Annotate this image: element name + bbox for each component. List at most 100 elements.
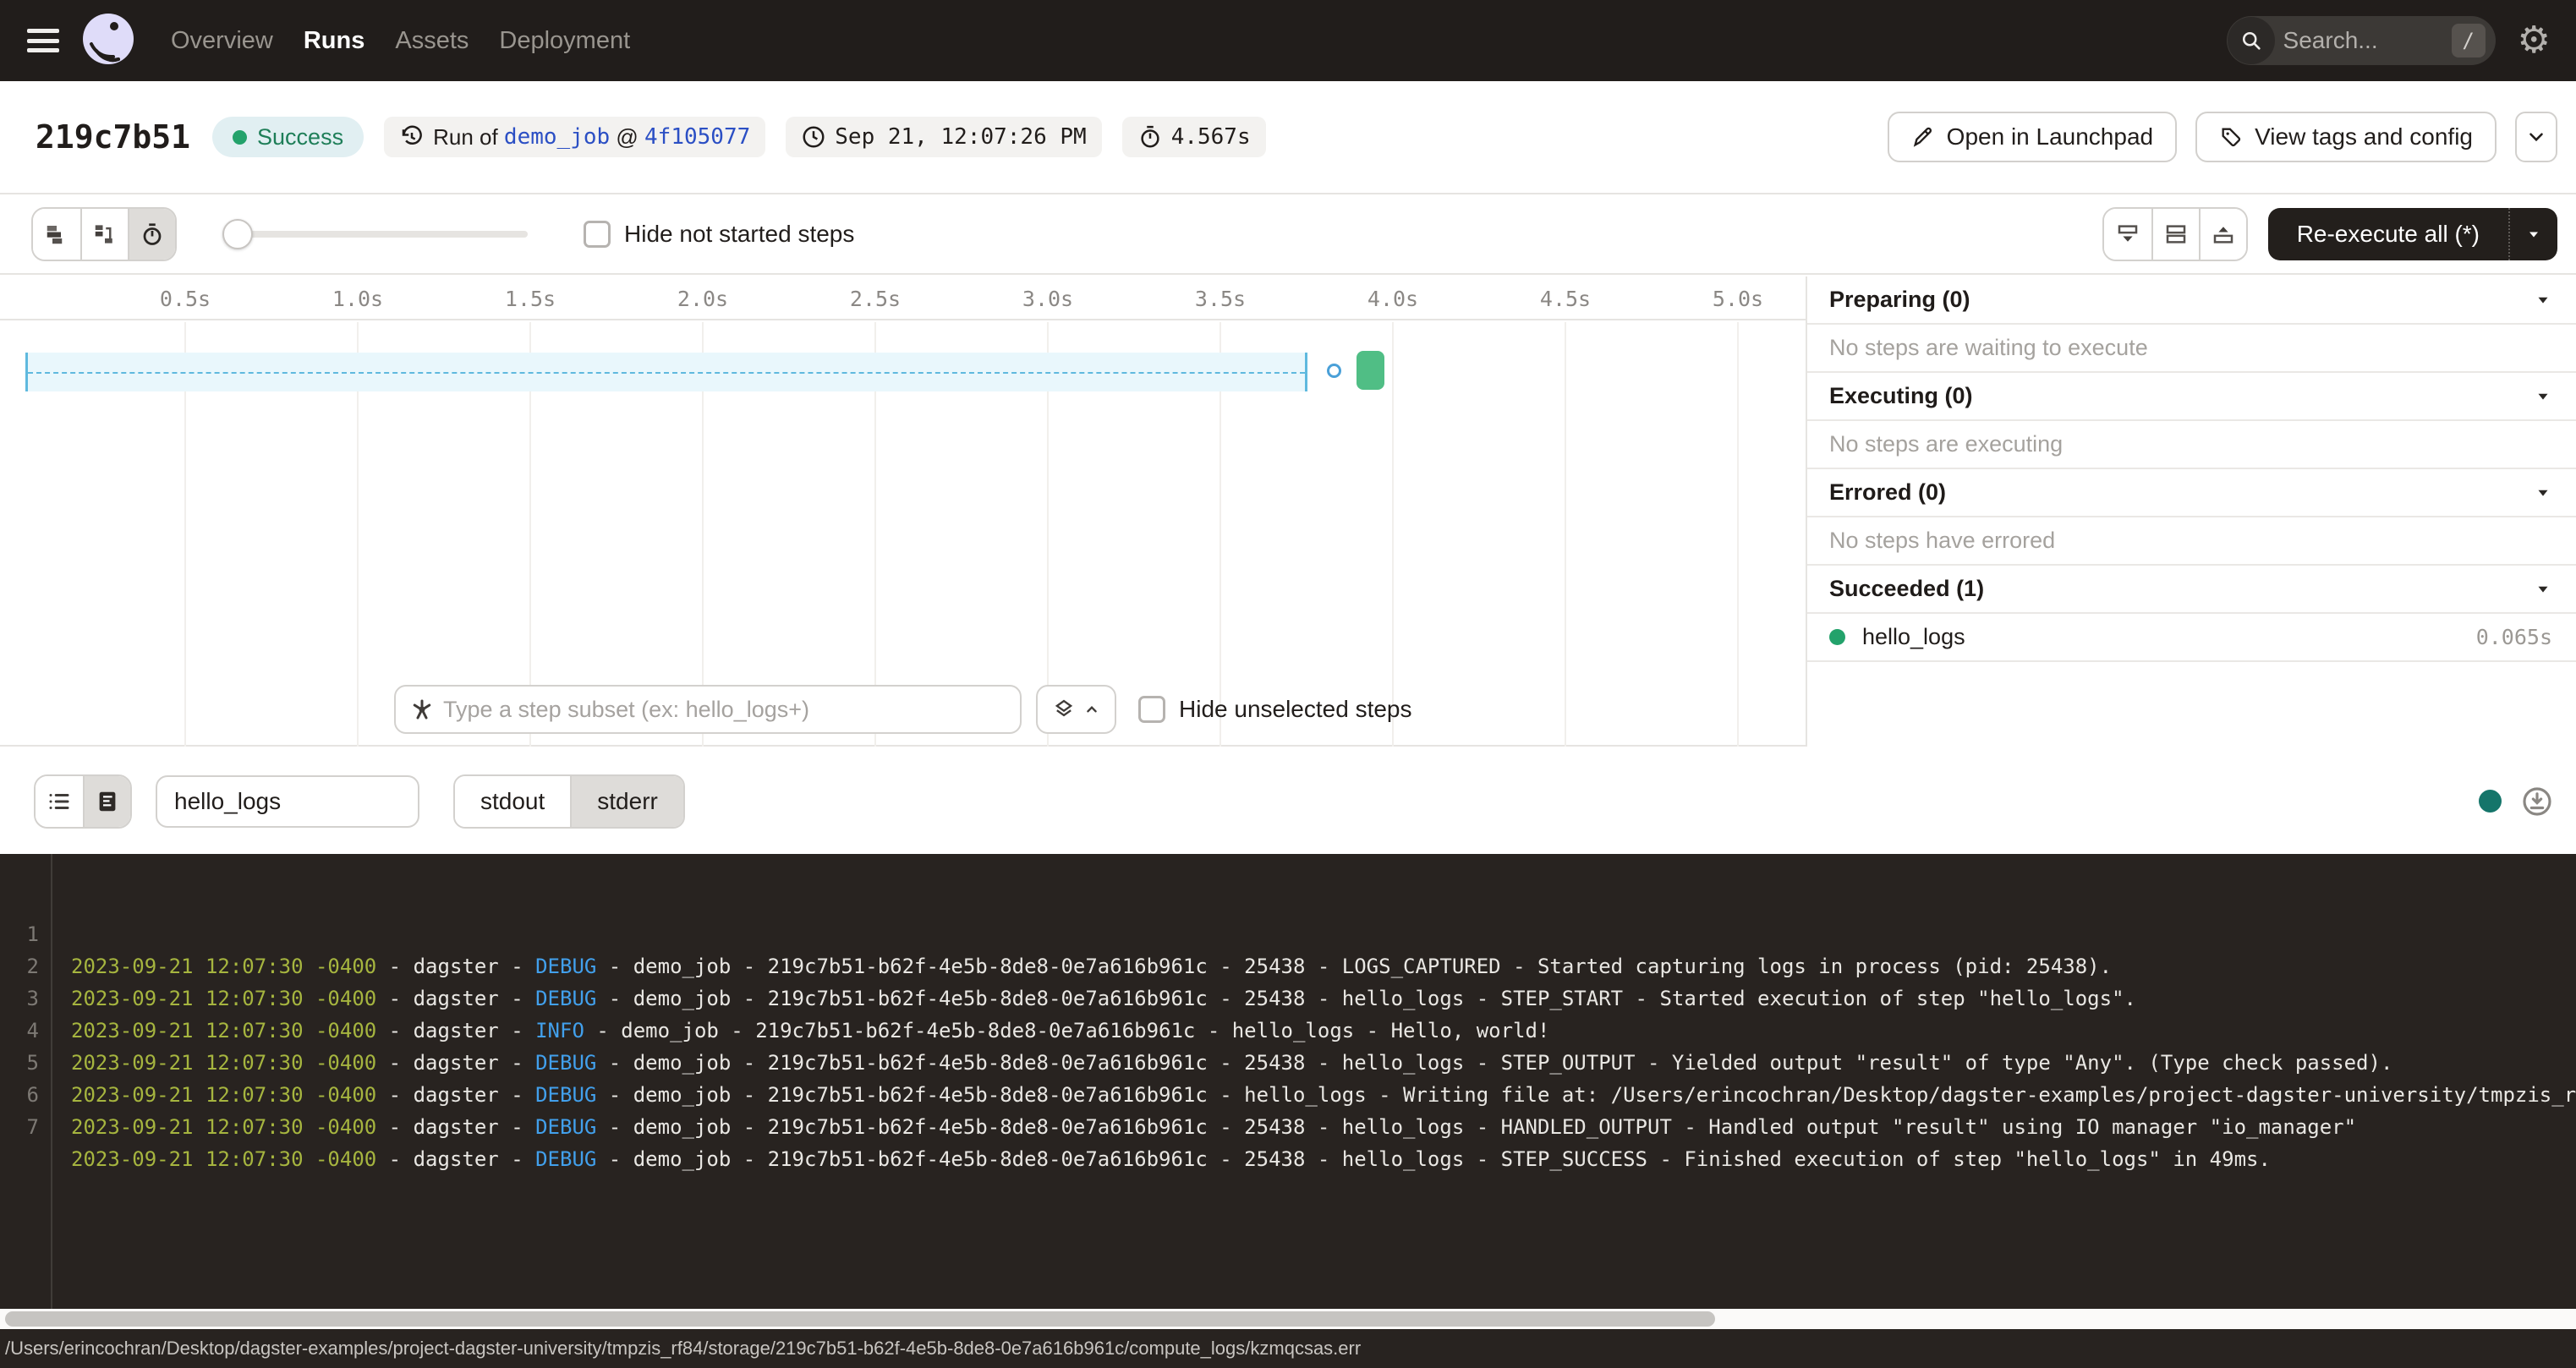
section-caret-icon	[2534, 580, 2552, 599]
axis-tick: 1.5s	[505, 287, 556, 311]
preparing-empty-state: No steps are waiting to execute	[1807, 325, 2576, 373]
log-line: 1 2023-09-21 12:07:30 -0400 - dagster - …	[0, 886, 2576, 918]
zoom-slider-knob[interactable]	[222, 219, 253, 249]
axis-tick: 4.0s	[1367, 287, 1418, 311]
code-version-link[interactable]: 4f105077	[644, 124, 750, 150]
gantt-plot-area	[0, 322, 1806, 747]
step-start-marker-icon	[1327, 364, 1341, 378]
step-subset-input[interactable]	[443, 697, 984, 723]
gear-icon[interactable]: ⚙	[2518, 22, 2551, 59]
raw-log-viewer: 1 2023-09-21 12:07:30 -0400 - dagster - …	[0, 854, 2576, 1309]
waterfall-view-button[interactable]	[80, 209, 128, 260]
status-label: Success	[257, 124, 343, 150]
open-in-launchpad-button[interactable]: Open in Launchpad	[1888, 112, 2177, 162]
step-subset-field	[394, 685, 1022, 734]
stdout-stderr-toggle: stdout stderr	[453, 774, 685, 829]
step-success-dot-icon	[1829, 629, 1845, 645]
top-nav: Overview Runs Assets Deployment / ⚙	[0, 0, 2576, 81]
nav-item-overview[interactable]: Overview	[171, 27, 273, 55]
panel-down-icon	[2115, 222, 2140, 247]
succeeded-step-duration: 0.065s	[2476, 625, 2552, 649]
split-panels-button[interactable]	[2151, 209, 2199, 260]
nav-item-runs[interactable]: Runs	[304, 27, 365, 55]
panel-section-executing[interactable]: Executing (0)	[1807, 373, 2576, 421]
scrollbar-thumb[interactable]	[5, 1311, 1715, 1327]
tag-icon	[2219, 125, 2243, 149]
log-file-path-bar: /Users/erincochran/Desktop/dagster-examp…	[0, 1329, 2576, 1368]
section-caret-icon	[2534, 291, 2552, 309]
stopwatch-icon	[140, 222, 165, 247]
global-search[interactable]: /	[2227, 16, 2496, 65]
run-of-label: Run of	[433, 124, 498, 150]
chevron-down-icon	[2525, 126, 2547, 148]
log-line: 2 2023-09-21 12:07:30 -0400 - dagster - …	[0, 918, 2576, 950]
document-icon	[95, 789, 120, 814]
run-duration: 4.567s	[1171, 124, 1251, 150]
view-tags-config-button[interactable]: View tags and config	[2195, 112, 2497, 162]
main-nav: Overview Runs Assets Deployment	[171, 27, 630, 55]
hide-unselected-checkbox[interactable]	[1138, 696, 1165, 723]
log-toolbar: stdout stderr	[0, 748, 2576, 854]
hamburger-menu-icon[interactable]	[27, 29, 59, 52]
step-waiting-span	[25, 353, 1307, 391]
hide-unselected-label[interactable]: Hide unselected steps	[1179, 696, 1412, 723]
executing-title: Executing (0)	[1829, 383, 1973, 409]
expand-top-panel-button[interactable]	[2199, 209, 2246, 260]
raw-log-view-button[interactable]	[83, 776, 130, 827]
split-panels-icon	[2163, 222, 2189, 247]
open-in-launchpad-label: Open in Launchpad	[1947, 123, 2153, 150]
clock-icon	[801, 124, 826, 150]
dagster-logo[interactable]	[79, 12, 137, 69]
gantt-time-axis: 0.5s 1.0s 1.5s 2.0s 2.5s 3.0s 3.5s 4.0s …	[0, 276, 1806, 320]
reexecute-all-button[interactable]: Re-execute all (*)	[2268, 208, 2508, 260]
panel-section-preparing[interactable]: Preparing (0)	[1807, 276, 2576, 325]
panel-up-icon	[2211, 222, 2236, 247]
stdout-tab[interactable]: stdout	[455, 776, 570, 827]
gantt-step-bar-hello-logs[interactable]	[1357, 351, 1384, 390]
nav-item-assets[interactable]: Assets	[395, 27, 469, 55]
axis-tick: 2.0s	[677, 287, 728, 311]
run-gantt-section: 0.5s 1.0s 1.5s 2.0s 2.5s 3.0s 3.5s 4.0s …	[0, 276, 2576, 747]
errored-title: Errored (0)	[1829, 479, 1946, 506]
log-line: 7 2023-09-21 12:07:30 -0400 - dagster - …	[0, 1079, 2576, 1111]
timed-view-button[interactable]	[128, 209, 175, 260]
step-status-panel: Preparing (0) No steps are waiting to ex…	[1806, 276, 2576, 747]
log-line: 4 2023-09-21 12:07:30 -0400 - dagster - …	[0, 982, 2576, 1015]
expand-bottom-panel-button[interactable]	[2104, 209, 2151, 260]
gantt-view-mode-group	[31, 207, 177, 261]
section-caret-icon	[2534, 387, 2552, 406]
reexecute-options-button[interactable]	[2508, 208, 2557, 260]
log-file-path: /Users/erincochran/Desktop/dagster-examp…	[5, 1338, 1361, 1360]
caret-down-icon	[2524, 224, 2544, 244]
flat-view-button[interactable]	[33, 209, 80, 260]
run-of-tag: Run of demo_job @ 4f105077	[384, 117, 765, 157]
log-view-mode-group	[34, 774, 132, 829]
graph-query-options-button[interactable]	[1036, 685, 1116, 734]
run-timestamp: Sep 21, 12:07:26 PM	[835, 124, 1086, 150]
succeeded-step-row[interactable]: hello_logs 0.065s	[1807, 614, 2576, 662]
axis-tick: 1.0s	[332, 287, 383, 311]
section-caret-icon	[2534, 484, 2552, 502]
view-tags-config-label: View tags and config	[2255, 123, 2473, 150]
stderr-tab[interactable]: stderr	[570, 776, 683, 827]
job-name-link[interactable]: demo_job	[504, 124, 610, 150]
search-input[interactable]	[2283, 27, 2427, 54]
run-actions-dropdown-button[interactable]	[2515, 112, 2557, 162]
gantt-chart: 0.5s 1.0s 1.5s 2.0s 2.5s 3.0s 3.5s 4.0s …	[0, 276, 1806, 747]
nav-item-deployment[interactable]: Deployment	[499, 27, 630, 55]
succeeded-step-name: hello_logs	[1862, 624, 1965, 650]
timestamp-tag: Sep 21, 12:07:26 PM	[786, 117, 1101, 157]
log-line: 6 2023-09-21 12:07:30 -0400 - dagster - …	[0, 1047, 2576, 1079]
timer-icon	[1137, 124, 1163, 150]
hide-not-started-label[interactable]: Hide not started steps	[624, 221, 854, 248]
log-step-filter-input[interactable]	[174, 788, 403, 815]
search-shortcut-key: /	[2452, 24, 2486, 57]
panel-section-errored[interactable]: Errored (0)	[1807, 469, 2576, 517]
download-log-button[interactable]	[2520, 785, 2554, 818]
panel-section-succeeded[interactable]: Succeeded (1)	[1807, 566, 2576, 614]
structured-log-view-button[interactable]	[36, 776, 83, 827]
list-icon	[47, 789, 72, 814]
history-icon	[399, 124, 425, 150]
hide-not-started-checkbox[interactable]	[584, 221, 611, 248]
gantt-zoom-slider[interactable]	[226, 231, 528, 238]
